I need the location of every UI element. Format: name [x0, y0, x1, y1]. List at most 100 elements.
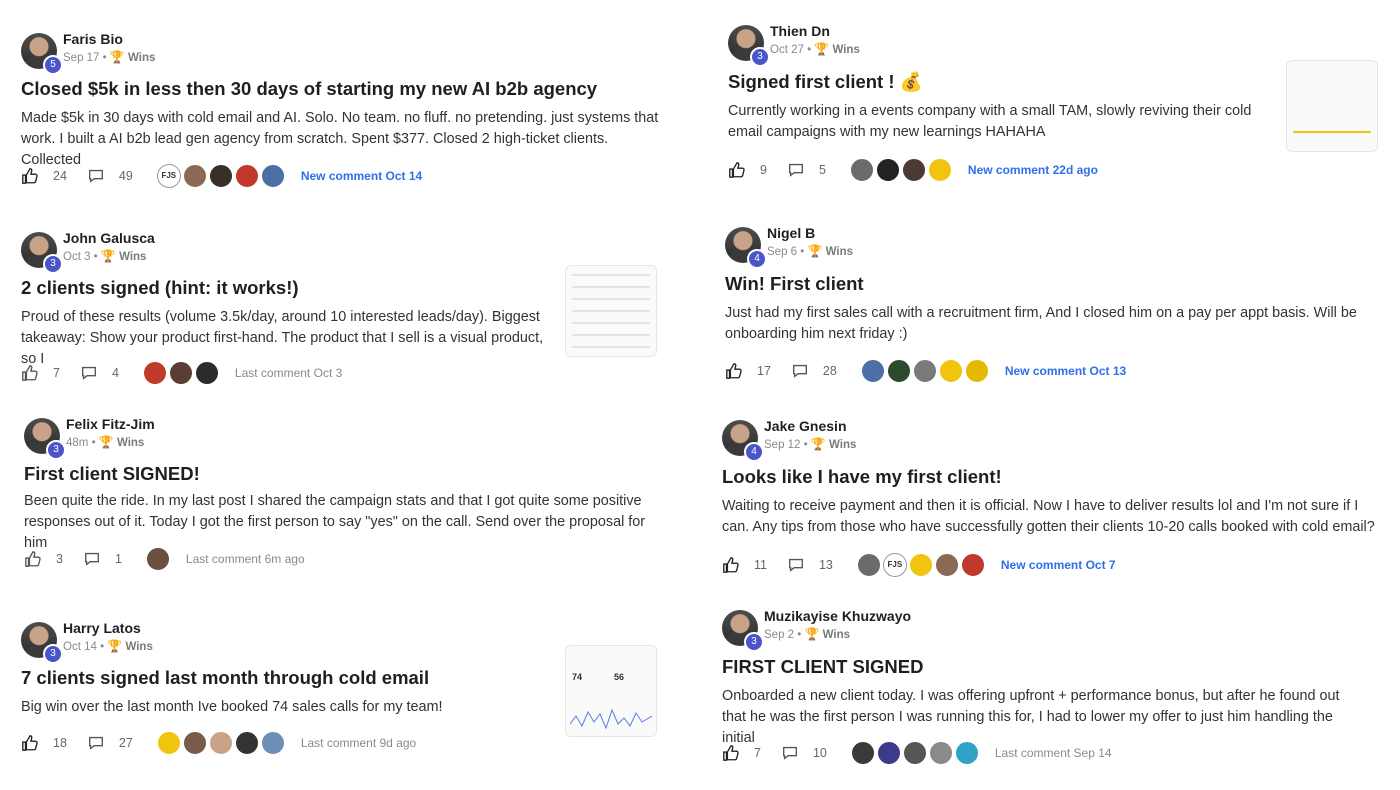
commenter-avatar[interactable] [856, 553, 881, 577]
like-icon[interactable] [21, 167, 39, 185]
author-name[interactable]: Thien Dn [770, 23, 830, 39]
author-name[interactable]: Nigel B [767, 225, 815, 241]
activity-status[interactable]: Last comment Sep 14 [995, 746, 1112, 760]
like-icon[interactable] [728, 161, 746, 179]
commenter-avatar[interactable] [194, 361, 219, 385]
commenter-avatar[interactable] [145, 547, 170, 571]
commenter-avatar[interactable] [142, 361, 167, 385]
post-title[interactable]: Looks like I have my first client! [722, 466, 1002, 488]
post-card[interactable]: 3 John Galusca Oct 3 • 🏆 Wins 2 clients … [21, 230, 661, 392]
commenter-avatar[interactable] [901, 158, 926, 182]
post-card[interactable]: 3 Thien Dn Oct 27 • 🏆 Wins Signed first … [728, 23, 1378, 185]
comment-icon[interactable] [80, 364, 98, 382]
category-label[interactable]: Wins [125, 641, 152, 653]
commenter-avatar[interactable] [208, 731, 233, 755]
commenter-avatar[interactable] [927, 158, 952, 182]
activity-status[interactable]: Last comment 6m ago [186, 552, 305, 566]
commenter-avatar[interactable] [168, 361, 193, 385]
category-label[interactable]: Wins [128, 52, 155, 64]
post-title[interactable]: Closed $5k in less then 30 days of start… [21, 78, 597, 100]
comment-icon[interactable] [781, 744, 799, 762]
author-name[interactable]: Felix Fitz-Jim [66, 416, 155, 432]
commenter-avatar[interactable] [234, 164, 259, 188]
post-thumbnail[interactable] [1286, 60, 1378, 152]
commenter-avatar[interactable] [182, 164, 207, 188]
commenter-avatar[interactable] [908, 553, 933, 577]
category-label[interactable]: Wins [832, 44, 859, 56]
post-thumbnail[interactable]: 74 56 [565, 645, 657, 737]
like-icon[interactable] [725, 362, 743, 380]
commenter-avatar[interactable] [860, 359, 885, 383]
commenter-avatar[interactable]: FJS [156, 164, 181, 188]
like-icon[interactable] [21, 734, 39, 752]
activity-status[interactable]: Last comment Oct 3 [235, 366, 342, 380]
commenter-avatar[interactable] [954, 741, 979, 765]
author-name[interactable]: Muzikayise Khuzwayo [764, 608, 911, 624]
post-title[interactable]: First client SIGNED! [24, 463, 200, 485]
post-card[interactable]: 4 Nigel B Sep 6 • 🏆 Wins Win! First clie… [725, 225, 1375, 387]
commenter-avatar[interactable]: FJS [882, 553, 907, 577]
activity-status[interactable]: New comment Oct 7 [1001, 558, 1116, 572]
like-icon[interactable] [24, 550, 42, 568]
commenter-avatar[interactable] [902, 741, 927, 765]
commenter-avatar[interactable] [964, 359, 989, 383]
post-title[interactable]: Win! First client [725, 273, 864, 295]
commenter-avatar[interactable] [960, 553, 985, 577]
commenter-avatar[interactable] [938, 359, 963, 383]
post-card[interactable]: 3 Felix Fitz-Jim 48m • 🏆 Wins First clie… [24, 416, 664, 578]
category-label[interactable]: Wins [826, 246, 853, 258]
commenter-avatar[interactable] [850, 741, 875, 765]
activity-status[interactable]: New comment Oct 13 [1005, 364, 1126, 378]
category-label[interactable]: Wins [829, 439, 856, 451]
commenter-avatar[interactable] [208, 164, 233, 188]
commenter-avatar[interactable] [156, 731, 181, 755]
commenter-avatar[interactable] [934, 553, 959, 577]
like-icon[interactable] [21, 364, 39, 382]
commenter-avatar[interactable] [849, 158, 874, 182]
activity-status[interactable]: Last comment 9d ago [301, 736, 416, 750]
commenter-avatar[interactable] [260, 164, 285, 188]
post-card[interactable]: 5 Faris Bio Sep 17 • 🏆 Wins Closed $5k i… [21, 31, 661, 193]
commenter-avatar[interactable] [928, 741, 953, 765]
post-body[interactable]: Onboarded a new client today. I was offe… [722, 686, 1362, 749]
post-body[interactable]: Proud of these results (volume 3.5k/day,… [21, 307, 551, 370]
comment-icon[interactable] [791, 362, 809, 380]
author-name[interactable]: Harry Latos [63, 620, 141, 636]
commenter-avatar[interactable] [912, 359, 937, 383]
comment-icon[interactable] [787, 556, 805, 574]
post-title[interactable]: 7 clients signed last month through cold… [21, 667, 429, 689]
post-body[interactable]: Made $5k in 30 days with cold email and … [21, 108, 661, 171]
like-icon[interactable] [722, 556, 740, 574]
like-icon[interactable] [722, 744, 740, 762]
post-title[interactable]: 2 clients signed (hint: it works!) [21, 277, 299, 299]
comment-icon[interactable] [83, 550, 101, 568]
comment-icon[interactable] [87, 734, 105, 752]
activity-status[interactable]: New comment Oct 14 [301, 169, 422, 183]
category-label[interactable]: Wins [823, 629, 850, 641]
post-title[interactable]: FIRST CLIENT SIGNED [722, 656, 923, 678]
comment-icon[interactable] [87, 167, 105, 185]
post-body[interactable]: Been quite the ride. In my last post I s… [24, 491, 654, 554]
post-body[interactable]: Big win over the last month Ive booked 7… [21, 697, 551, 718]
commenter-avatar[interactable] [875, 158, 900, 182]
post-card[interactable]: 4 Jake Gnesin Sep 12 • 🏆 Wins Looks like… [722, 418, 1377, 580]
comment-icon[interactable] [787, 161, 805, 179]
author-name[interactable]: Jake Gnesin [764, 418, 847, 434]
commenter-avatar[interactable] [876, 741, 901, 765]
commenter-avatar[interactable] [234, 731, 259, 755]
post-body[interactable]: Just had my first sales call with a recr… [725, 303, 1365, 345]
category-label[interactable]: Wins [117, 437, 144, 449]
author-name[interactable]: Faris Bio [63, 31, 123, 47]
author-name[interactable]: John Galusca [63, 230, 155, 246]
commenter-avatar[interactable] [886, 359, 911, 383]
activity-status[interactable]: New comment 22d ago [968, 163, 1098, 177]
commenter-avatar[interactable] [260, 731, 285, 755]
post-title[interactable]: Signed first client ! 💰 [728, 71, 923, 93]
post-body[interactable]: Currently working in a events company wi… [728, 101, 1268, 143]
post-thumbnail[interactable] [565, 265, 657, 357]
post-body[interactable]: Waiting to receive payment and then it i… [722, 496, 1377, 538]
post-card[interactable]: 3 Muzikayise Khuzwayo Sep 2 • 🏆 Wins FIR… [722, 608, 1377, 770]
post-card[interactable]: 3 Harry Latos Oct 14 • 🏆 Wins 7 clients … [21, 620, 661, 762]
category-label[interactable]: Wins [119, 251, 146, 263]
commenter-avatar[interactable] [182, 731, 207, 755]
